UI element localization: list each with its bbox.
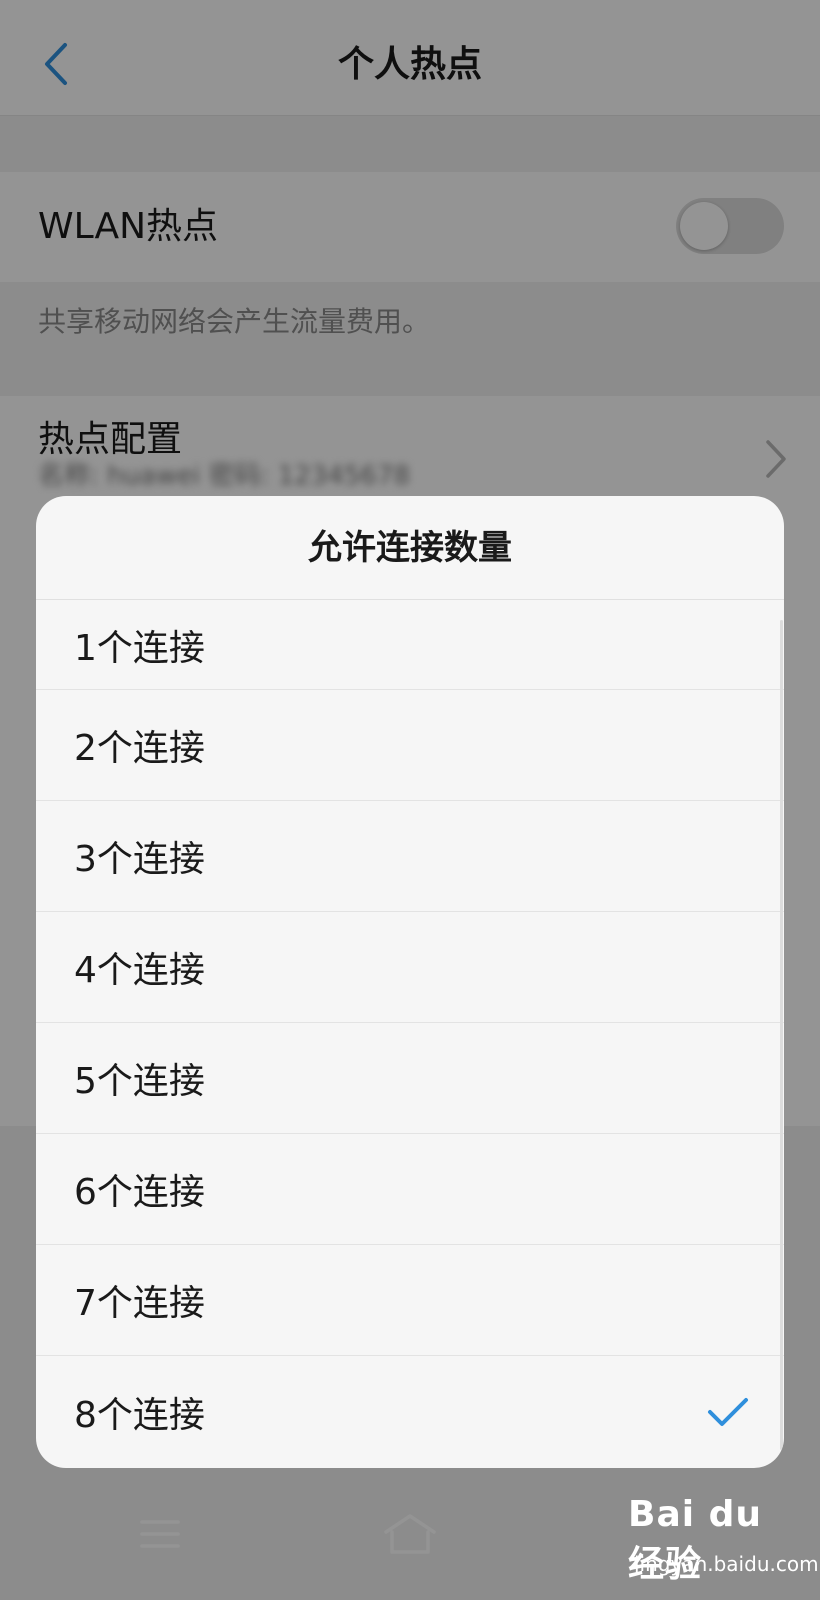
option-label: 3个连接 [74,839,205,880]
screen: 个人热点 WLAN热点 共享移动网络会产生流量费用。 热点配置 名称: huaw… [0,0,820,1600]
option-label: 7个连接 [74,1283,205,1324]
option-4[interactable]: 4个连接 [36,912,784,1023]
options-list: 1个连接 2个连接 3个连接 4个连接 5个连接 6个连接 7个连接 8个连接 [36,600,784,1468]
dialog-title: 允许连接数量 [36,496,784,600]
watermark: Bai du 经验 jingyan.baidu.com [622,1482,819,1592]
watermark-url: jingyan.baidu.com [634,1552,819,1576]
option-8[interactable]: 8个连接 [36,1356,784,1467]
selected-check [706,1356,750,1467]
option-label: 5个连接 [74,1061,205,1102]
connection-limit-dialog: 允许连接数量 1个连接 2个连接 3个连接 4个连接 5个连接 6个连接 7个连… [36,496,784,1468]
option-1[interactable]: 1个连接 [36,600,784,690]
option-label: 8个连接 [74,1394,205,1436]
option-5[interactable]: 5个连接 [36,1023,784,1134]
option-label: 6个连接 [74,1172,205,1213]
option-3[interactable]: 3个连接 [36,801,784,912]
check-icon [708,1397,748,1426]
scrollbar[interactable] [780,620,783,1450]
option-label: 2个连接 [74,728,205,769]
option-7[interactable]: 7个连接 [36,1245,784,1356]
option-label: 1个连接 [74,627,205,669]
option-2[interactable]: 2个连接 [36,690,784,801]
option-6[interactable]: 6个连接 [36,1134,784,1245]
option-label: 4个连接 [74,950,205,991]
